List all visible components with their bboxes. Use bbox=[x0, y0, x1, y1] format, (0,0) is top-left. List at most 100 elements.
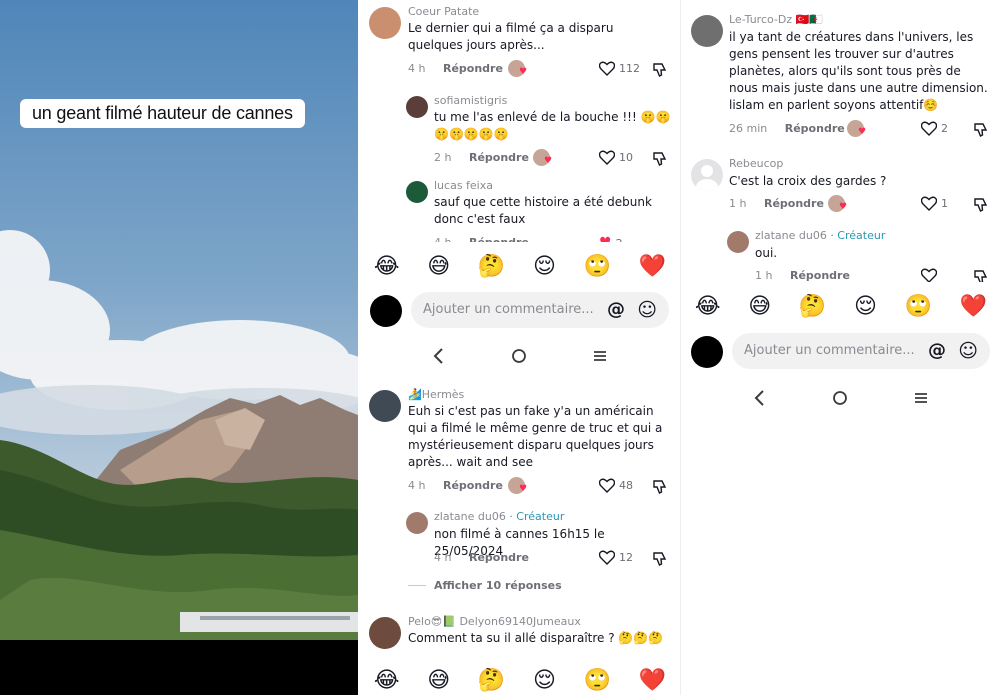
emoji-heart[interactable]: ❤️ bbox=[960, 294, 987, 319]
reply-button[interactable]: Répondre bbox=[443, 479, 503, 492]
emoji-heart[interactable]: ❤️ bbox=[639, 254, 666, 279]
avatar[interactable] bbox=[369, 390, 401, 422]
home-circle-icon[interactable] bbox=[832, 389, 848, 407]
like-count: 2 bbox=[941, 122, 948, 135]
creator-badge: · Créateur bbox=[830, 229, 886, 242]
comment-meta: 26 min Répondre bbox=[729, 122, 845, 135]
android-nav-bar bbox=[360, 347, 680, 371]
comment-time: 4 h bbox=[408, 479, 426, 492]
emoji-laugh[interactable]: 😂 bbox=[695, 294, 721, 319]
mention-button[interactable]: @ bbox=[928, 340, 946, 361]
emoji-relieved[interactable]: 😌 bbox=[854, 294, 877, 319]
landscape-image bbox=[0, 0, 358, 640]
menu-lines-icon[interactable] bbox=[592, 347, 608, 365]
heart-outline-icon bbox=[599, 550, 615, 565]
comment-meta: 4 h Répondre bbox=[434, 551, 529, 564]
username-text: zlatane du06 bbox=[434, 510, 506, 523]
reply-button[interactable]: Répondre bbox=[443, 62, 503, 75]
emoji-relieved[interactable]: 😌 bbox=[533, 668, 556, 693]
like-button[interactable]: 10 bbox=[599, 150, 633, 165]
comment-username[interactable]: Rebeucop bbox=[729, 157, 783, 170]
back-chevron-icon[interactable] bbox=[753, 389, 765, 407]
like-count: 1 bbox=[941, 197, 948, 210]
emoji-sweat-smile[interactable]: 😅 bbox=[427, 668, 450, 693]
comment-text: Euh si c'est pas un fake y'a un américai… bbox=[408, 404, 663, 469]
emoji-thinking[interactable]: 🤔 bbox=[478, 254, 505, 279]
avatar[interactable] bbox=[369, 7, 401, 39]
thumbs-down-icon[interactable] bbox=[652, 62, 668, 78]
creator-heart-icon: ♥ bbox=[839, 202, 848, 212]
comment-username[interactable]: Coeur Patate bbox=[408, 5, 479, 18]
emoji-thinking[interactable]: 🤔 bbox=[478, 668, 505, 693]
default-user-icon bbox=[696, 165, 718, 191]
comment-username[interactable]: zlatane du06 · Créateur bbox=[755, 229, 885, 242]
comment-time: 4 h bbox=[408, 62, 426, 75]
avatar[interactable] bbox=[691, 15, 723, 47]
emoji-heart[interactable]: ❤️ bbox=[639, 668, 666, 693]
comment-username[interactable]: Le-Turco-Dz 🇹🇷🇩🇿 bbox=[729, 13, 823, 26]
menu-lines-icon[interactable] bbox=[913, 389, 929, 407]
like-button[interactable]: 12 bbox=[599, 550, 633, 565]
android-nav-bar bbox=[681, 389, 1000, 413]
thumbs-down-icon[interactable] bbox=[973, 197, 989, 213]
divider-line bbox=[408, 585, 426, 586]
emoji-eye-roll[interactable]: 🙄 bbox=[905, 294, 932, 319]
heart-outline-icon bbox=[921, 196, 937, 211]
avatar[interactable] bbox=[691, 159, 723, 191]
emoji-picker-icon[interactable]: ☺ bbox=[637, 299, 657, 321]
reply-button[interactable]: Répondre bbox=[790, 269, 850, 282]
comment-input-placeholder: Ajouter un commentaire... bbox=[423, 302, 594, 317]
emoji-thinking[interactable]: 🤔 bbox=[799, 294, 826, 319]
emoji-picker-icon[interactable]: ☺ bbox=[958, 340, 978, 362]
comment-time: 26 min bbox=[729, 122, 768, 135]
comment-username[interactable]: zlatane du06 · Créateur bbox=[434, 510, 564, 523]
my-avatar bbox=[691, 336, 723, 368]
emoji-laugh[interactable]: 😂 bbox=[374, 668, 400, 693]
avatar[interactable] bbox=[369, 617, 401, 649]
like-button[interactable]: 2 bbox=[921, 121, 948, 136]
comment-time: 2 h bbox=[434, 151, 452, 164]
comment-input[interactable]: Ajouter un commentaire... @ ☺ bbox=[411, 292, 669, 328]
avatar[interactable] bbox=[406, 96, 428, 118]
comment-username[interactable]: 🏄Hermès bbox=[408, 388, 464, 401]
emoji-laugh[interactable]: 😂 bbox=[374, 254, 400, 279]
comment-username[interactable]: lucas feixa bbox=[434, 179, 493, 192]
back-chevron-icon[interactable] bbox=[432, 347, 444, 365]
reply-button[interactable]: Répondre bbox=[764, 197, 824, 210]
comment-username[interactable]: sofiamistigris bbox=[434, 94, 507, 107]
thumbs-down-icon[interactable] bbox=[973, 122, 989, 138]
video-panel: un geant filmé hauteur de cannes bbox=[0, 0, 358, 695]
thumbs-down-icon[interactable] bbox=[652, 551, 668, 567]
reply-button[interactable]: Répondre bbox=[469, 551, 529, 564]
like-button[interactable]: 112 bbox=[599, 61, 640, 76]
avatar[interactable] bbox=[406, 181, 428, 203]
heart-outline-icon bbox=[599, 150, 615, 165]
emoji-sweat-smile[interactable]: 😅 bbox=[748, 294, 771, 319]
mention-button[interactable]: @ bbox=[607, 299, 625, 320]
like-button[interactable]: 48 bbox=[599, 478, 633, 493]
comment-meta: 4 h Répondre bbox=[408, 479, 503, 492]
reply-button[interactable]: Répondre bbox=[469, 151, 529, 164]
video-frame[interactable]: un geant filmé hauteur de cannes bbox=[0, 0, 358, 640]
avatar[interactable] bbox=[727, 231, 749, 253]
avatar[interactable] bbox=[406, 512, 428, 534]
comment-input[interactable]: Ajouter un commentaire... @ ☺ bbox=[732, 333, 990, 369]
like-button[interactable] bbox=[921, 268, 937, 283]
thumbs-down-icon[interactable] bbox=[652, 479, 668, 495]
home-circle-icon[interactable] bbox=[511, 347, 527, 365]
view-replies-label: Afficher 10 réponses bbox=[434, 579, 562, 592]
like-count: 12 bbox=[619, 551, 633, 564]
comment-text: sauf que cette histoire a été debunk don… bbox=[434, 195, 652, 226]
emoji-sweat-smile[interactable]: 😅 bbox=[427, 254, 450, 279]
thumbs-down-icon[interactable] bbox=[652, 151, 668, 167]
comment-username[interactable]: Pelo😎📗 Delyon69140Jumeaux bbox=[408, 615, 581, 628]
reply-button[interactable]: Répondre bbox=[785, 122, 845, 135]
emoji-eye-roll[interactable]: 🙄 bbox=[584, 254, 611, 279]
creator-heart-icon: ♥ bbox=[858, 127, 867, 137]
emoji-eye-roll[interactable]: 🙄 bbox=[584, 668, 611, 693]
comment-text: Comment ta su il allé disparaître ? 🤔🤔🤔 bbox=[408, 631, 664, 645]
comment-text: oui. bbox=[755, 246, 778, 260]
view-replies-button[interactable]: Afficher 10 réponses bbox=[408, 579, 562, 592]
emoji-relieved[interactable]: 😌 bbox=[533, 254, 556, 279]
like-button[interactable]: 1 bbox=[921, 196, 948, 211]
